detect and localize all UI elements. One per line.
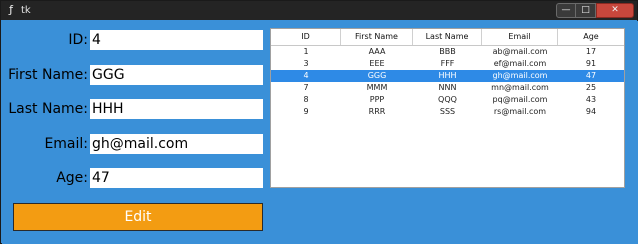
cell-first-name: MMM (366, 83, 388, 92)
main-content: ID: First Name: Last Name: Email: Age: E… (2, 21, 638, 244)
maximize-button[interactable]: □ (576, 3, 596, 18)
cell-last-name: BBB (439, 47, 456, 56)
cell-email: rs@mail.com (493, 107, 547, 116)
cell-age: 47 (585, 71, 597, 80)
column-header-id[interactable]: ID (271, 29, 341, 45)
cell-age: 43 (585, 95, 597, 104)
table-header: ID First Name Last Name Email Age (271, 29, 624, 46)
feather-icon: ƒ (9, 3, 13, 16)
app-window: ƒ tk — □ ✕ ID: First Name: Last Name: Em… (0, 0, 638, 244)
cell-id: 1 (303, 47, 309, 56)
window-controls: — □ ✕ (556, 3, 634, 18)
cell-id: 3 (303, 59, 309, 68)
cell-age: 94 (585, 107, 597, 116)
cell-id: 8 (303, 95, 309, 104)
cell-first-name: PPP (369, 95, 385, 104)
cell-last-name: FFF (440, 59, 455, 68)
age-label: Age: (56, 170, 88, 186)
column-header-last-name[interactable]: Last Name (413, 29, 482, 45)
cell-age: 17 (585, 47, 597, 56)
cell-email: mn@mail.com (491, 83, 549, 92)
window-title: tk (21, 5, 31, 16)
table-row[interactable]: 7 MMM NNN mn@mail.com 25 (271, 82, 624, 94)
column-header-age[interactable]: Age (558, 29, 624, 45)
cell-email: gh@mail.com (492, 71, 548, 80)
edit-button[interactable]: Edit (13, 203, 263, 231)
last-name-label: Last Name: (8, 101, 88, 117)
last-name-input[interactable] (90, 99, 263, 119)
cell-id: 4 (303, 71, 309, 80)
title-bar[interactable]: ƒ tk — □ ✕ (1, 1, 637, 20)
cell-first-name: EEE (369, 59, 385, 68)
cell-id: 9 (303, 107, 309, 116)
table-row[interactable]: 4 GGG HHH gh@mail.com 47 (271, 70, 624, 82)
cell-first-name: AAA (368, 47, 386, 56)
cell-email: pq@mail.com (492, 95, 548, 104)
first-name-label: First Name: (8, 67, 88, 83)
cell-first-name: RRR (368, 107, 386, 116)
cell-age: 91 (585, 59, 597, 68)
cell-email: ef@mail.com (493, 59, 547, 68)
column-header-first-name[interactable]: First Name (341, 29, 413, 45)
cell-last-name: NNN (438, 83, 457, 92)
cell-email: ab@mail.com (492, 47, 548, 56)
close-button[interactable]: ✕ (596, 3, 634, 18)
id-input[interactable] (90, 30, 263, 50)
email-label: Email: (44, 136, 88, 152)
cell-last-name: HHH (438, 71, 457, 80)
table-row[interactable]: 3 EEE FFF ef@mail.com 91 (271, 58, 624, 70)
table-row[interactable]: 8 PPP QQQ pq@mail.com 43 (271, 94, 624, 106)
column-header-email[interactable]: Email (482, 29, 558, 45)
minimize-button[interactable]: — (556, 3, 576, 18)
age-input[interactable] (90, 168, 263, 188)
cell-last-name: SSS (439, 107, 456, 116)
cell-age: 25 (585, 83, 597, 92)
first-name-input[interactable] (90, 65, 263, 85)
table-row[interactable]: 1 AAA BBB ab@mail.com 17 (271, 46, 624, 58)
records-table: ID First Name Last Name Email Age 1 AAA … (270, 28, 625, 188)
email-input[interactable] (90, 134, 263, 154)
cell-id: 7 (303, 83, 309, 92)
cell-first-name: GGG (367, 71, 387, 80)
cell-last-name: QQQ (438, 95, 457, 104)
id-label: ID: (68, 32, 88, 48)
table-row[interactable]: 9 RRR SSS rs@mail.com 94 (271, 106, 624, 118)
